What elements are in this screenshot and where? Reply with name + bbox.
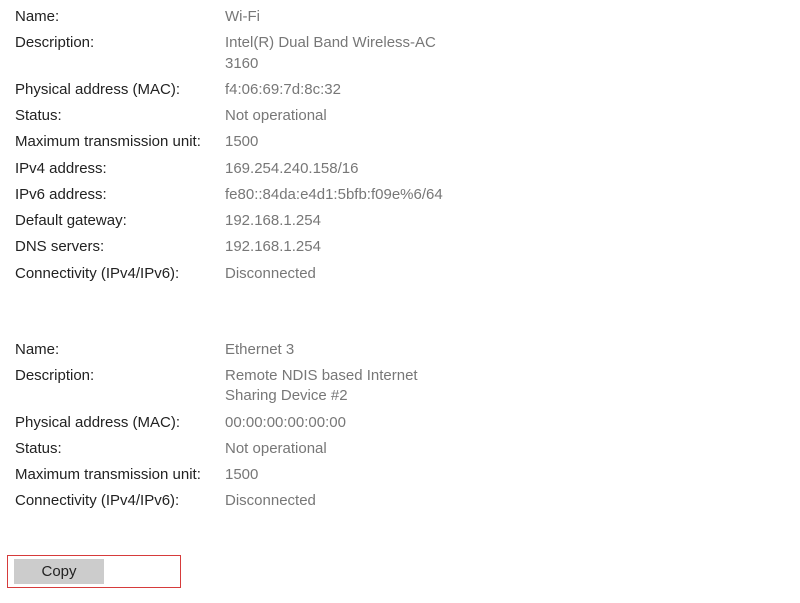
row-mtu: Maximum transmission unit: 1500 bbox=[15, 462, 785, 488]
adapter-section-ethernet: Name: Ethernet 3 Description: Remote NDI… bbox=[15, 337, 785, 515]
label-mac: Physical address (MAC): bbox=[15, 413, 225, 433]
value-mac: 00:00:00:00:00:00 bbox=[225, 413, 445, 433]
row-connectivity: Connectivity (IPv4/IPv6): Disconnected bbox=[15, 488, 785, 514]
label-ipv4: IPv4 address: bbox=[15, 159, 225, 179]
adapter-section-wifi: Name: Wi-Fi Description: Intel(R) Dual B… bbox=[15, 4, 785, 287]
label-gateway: Default gateway: bbox=[15, 211, 225, 231]
value-ipv6: fe80::84da:e4d1:5bfb:f09e%6/64 bbox=[225, 185, 445, 205]
row-dns: DNS servers: 192.168.1.254 bbox=[15, 234, 785, 260]
row-mac: Physical address (MAC): 00:00:00:00:00:0… bbox=[15, 410, 785, 436]
label-name: Name: bbox=[15, 340, 225, 360]
value-mtu: 1500 bbox=[225, 465, 445, 485]
row-description: Description: Intel(R) Dual Band Wireless… bbox=[15, 30, 785, 77]
row-mtu: Maximum transmission unit: 1500 bbox=[15, 129, 785, 155]
label-mac: Physical address (MAC): bbox=[15, 80, 225, 100]
row-gateway: Default gateway: 192.168.1.254 bbox=[15, 208, 785, 234]
row-status: Status: Not operational bbox=[15, 103, 785, 129]
value-connectivity: Disconnected bbox=[225, 491, 445, 511]
value-mac: f4:06:69:7d:8c:32 bbox=[225, 80, 445, 100]
label-connectivity: Connectivity (IPv4/IPv6): bbox=[15, 491, 225, 511]
row-connectivity: Connectivity (IPv4/IPv6): Disconnected bbox=[15, 261, 785, 287]
row-description: Description: Remote NDIS based Internet … bbox=[15, 363, 785, 410]
label-mtu: Maximum transmission unit: bbox=[15, 132, 225, 152]
value-status: Not operational bbox=[225, 439, 445, 459]
label-status: Status: bbox=[15, 439, 225, 459]
label-connectivity: Connectivity (IPv4/IPv6): bbox=[15, 264, 225, 284]
value-name: Ethernet 3 bbox=[225, 340, 445, 360]
row-name: Name: Wi-Fi bbox=[15, 4, 785, 30]
copy-button[interactable]: Copy bbox=[14, 559, 104, 584]
row-ipv6: IPv6 address: fe80::84da:e4d1:5bfb:f09e%… bbox=[15, 182, 785, 208]
value-description: Remote NDIS based Internet Sharing Devic… bbox=[225, 366, 445, 407]
label-mtu: Maximum transmission unit: bbox=[15, 465, 225, 485]
row-mac: Physical address (MAC): f4:06:69:7d:8c:3… bbox=[15, 77, 785, 103]
row-status: Status: Not operational bbox=[15, 436, 785, 462]
value-gateway: 192.168.1.254 bbox=[225, 211, 445, 231]
value-mtu: 1500 bbox=[225, 132, 445, 152]
label-name: Name: bbox=[15, 7, 225, 27]
value-dns: 192.168.1.254 bbox=[225, 237, 445, 257]
row-ipv4: IPv4 address: 169.254.240.158/16 bbox=[15, 156, 785, 182]
value-ipv4: 169.254.240.158/16 bbox=[225, 159, 445, 179]
value-connectivity: Disconnected bbox=[225, 264, 445, 284]
label-dns: DNS servers: bbox=[15, 237, 225, 257]
label-description: Description: bbox=[15, 366, 225, 386]
label-status: Status: bbox=[15, 106, 225, 126]
row-name: Name: Ethernet 3 bbox=[15, 337, 785, 363]
label-ipv6: IPv6 address: bbox=[15, 185, 225, 205]
network-properties-panel: Name: Wi-Fi Description: Intel(R) Dual B… bbox=[0, 0, 800, 588]
copy-button-highlight: Copy bbox=[7, 555, 181, 588]
value-name: Wi-Fi bbox=[225, 7, 445, 27]
value-description: Intel(R) Dual Band Wireless-AC 3160 bbox=[225, 33, 445, 74]
label-description: Description: bbox=[15, 33, 225, 53]
value-status: Not operational bbox=[225, 106, 445, 126]
